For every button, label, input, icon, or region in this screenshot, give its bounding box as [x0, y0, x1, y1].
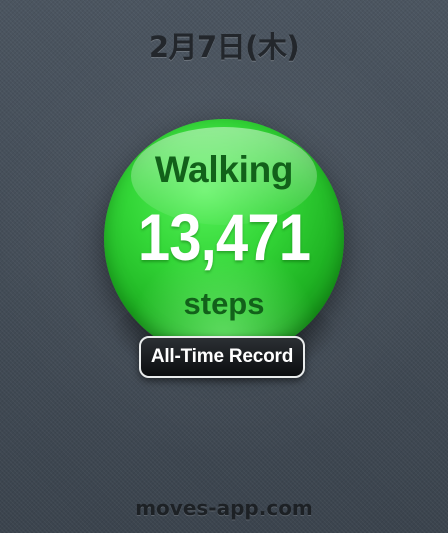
- date-title: 2月7日(木): [148, 30, 300, 64]
- activity-label: Walking: [154, 149, 294, 190]
- site-watermark: moves-app.com: [135, 496, 313, 520]
- all-time-record-badge: All-Time Record: [139, 336, 305, 378]
- steps-unit-label: steps: [183, 286, 265, 321]
- step-summary-ball[interactable]: Walking 13,471 steps: [104, 119, 344, 359]
- step-count: 13,471: [137, 200, 311, 274]
